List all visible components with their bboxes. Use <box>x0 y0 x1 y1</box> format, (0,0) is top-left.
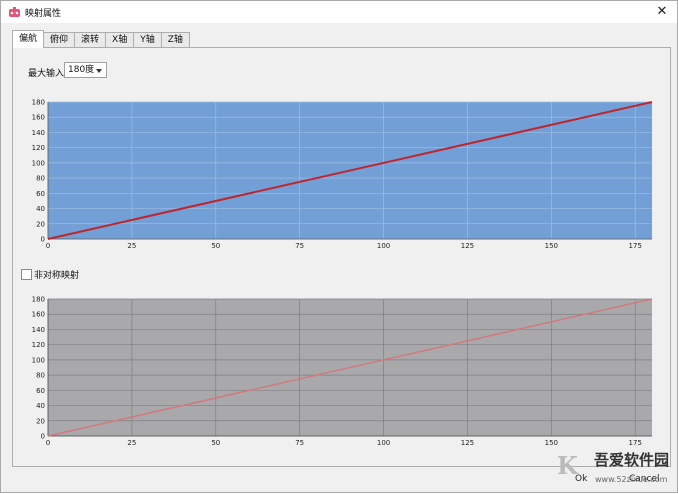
y-tick-label: 20 <box>36 417 45 425</box>
y-tick-label: 180 <box>32 296 45 304</box>
mapping-chart-secondary[interactable]: 0 25 50 75 100 125 150 175 0 20 40 60 80 100 120 140 160… <box>1 1 678 494</box>
x-tick-label: 25 <box>127 439 136 447</box>
x-tick-label: 50 <box>211 439 220 447</box>
x-tick-label: 0 <box>46 439 50 447</box>
y-tick-label: 120 <box>32 341 45 349</box>
watermark: K 吾爱软件园 www.52zixue.com <box>557 449 669 491</box>
x-tick-label: 125 <box>461 439 474 447</box>
tab-yaw[interactable]: 偏航 <box>12 30 45 48</box>
watermark-url: www.52zixue.com <box>595 475 668 484</box>
x-tick-label: 175 <box>629 439 642 447</box>
y-tick-label: 60 <box>36 387 45 395</box>
x-tick-label: 150 <box>545 439 558 447</box>
y-tick-label: 80 <box>36 372 45 380</box>
y-tick-label: 140 <box>32 326 45 334</box>
x-tick-label: 100 <box>377 439 390 447</box>
mapping-properties-dialog: 映射属性 ✕ 偏航 俯仰 滚转 X轴 Y轴 Z轴 最大输入 180度 0 25 50… <box>0 0 678 493</box>
watermark-text: 吾爱软件园 <box>594 451 670 469</box>
y-tick-label: 160 <box>32 311 45 319</box>
y-tick-label: 40 <box>36 402 45 410</box>
y-tick-label: 100 <box>32 356 45 364</box>
x-tick-label: 75 <box>295 439 304 447</box>
y-tick-label: 0 <box>41 433 45 441</box>
watermark-logo: K <box>557 451 578 480</box>
